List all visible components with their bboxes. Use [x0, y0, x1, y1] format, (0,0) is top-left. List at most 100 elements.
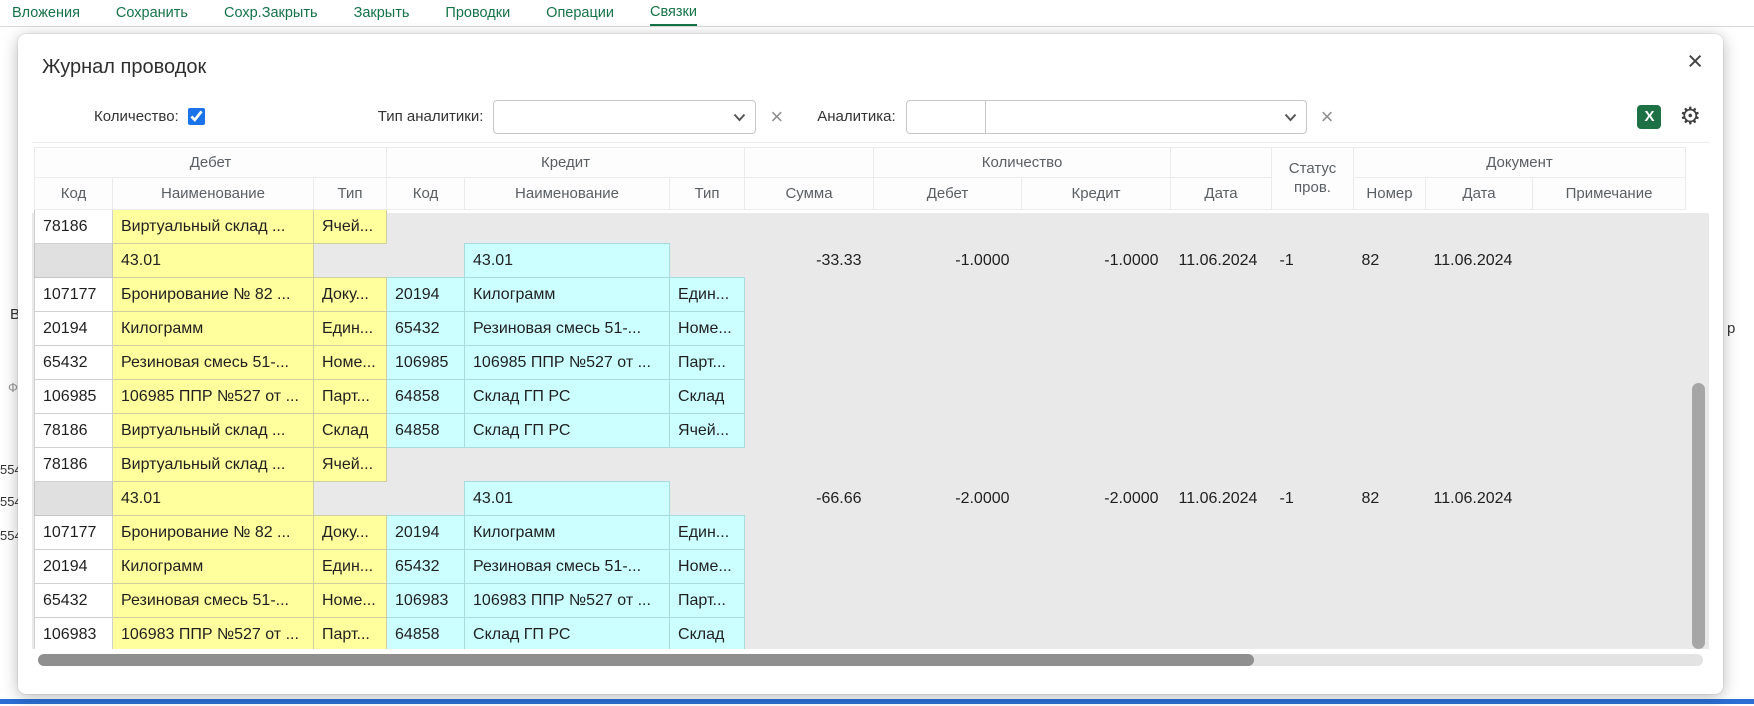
- cell-dc[interactable]: 20194: [35, 550, 113, 584]
- cell-dn[interactable]: 106985 ППР №527 от ...: [113, 380, 314, 414]
- cell-ddate[interactable]: 11.06.2024: [1426, 482, 1533, 516]
- cell-ct[interactable]: Склад: [670, 618, 745, 650]
- cell-sum[interactable]: -33.33: [745, 244, 874, 278]
- vertical-scrollbar-thumb[interactable]: [1692, 383, 1705, 649]
- cell-dc[interactable]: 65432: [35, 346, 113, 380]
- cell-dc[interactable]: 78186: [35, 210, 113, 244]
- table-row[interactable]: 106983106983 ППР №527 от ...Парт...64858…: [35, 618, 1686, 650]
- cell-dn[interactable]: Резиновая смесь 51-...: [113, 346, 314, 380]
- cell-dc[interactable]: 78186: [35, 448, 113, 482]
- horizontal-scrollbar[interactable]: [38, 654, 1703, 666]
- cell-ct[interactable]: Номе...: [670, 550, 745, 584]
- cell-dn[interactable]: Килограмм: [113, 550, 314, 584]
- cell-cn[interactable]: Склад ГП РС: [465, 618, 670, 650]
- cell-cc[interactable]: 64858: [387, 380, 465, 414]
- cell-dc[interactable]: 106983: [35, 618, 113, 650]
- close-icon[interactable]: ×: [1687, 48, 1703, 75]
- cell-cn[interactable]: Склад ГП РС: [465, 380, 670, 414]
- cell-ct[interactable]: Един...: [670, 278, 745, 312]
- table-row[interactable]: 107177Бронирование № 82 ...Доку...20194К…: [35, 516, 1686, 550]
- cell-dt[interactable]: Доку...: [314, 516, 387, 550]
- cell-dn[interactable]: Виртуальный склад ...: [113, 448, 314, 482]
- cell-dn[interactable]: 43.01: [113, 482, 314, 516]
- cell-dn[interactable]: 106983 ППР №527 от ...: [113, 618, 314, 650]
- toolbar-item-save-close[interactable]: Сохр.Закрыть: [224, 0, 318, 26]
- table-row-total[interactable]: 43.0143.01-33.33-1.0000-1.000011.06.2024…: [35, 244, 1686, 278]
- cell-ct[interactable]: Един...: [670, 516, 745, 550]
- table-row[interactable]: 65432Резиновая смесь 51-...Номе...106985…: [35, 346, 1686, 380]
- cell-dt[interactable]: Доку...: [314, 278, 387, 312]
- cell-qc[interactable]: -1.0000: [1022, 244, 1171, 278]
- clear-analytics-type-button[interactable]: ×: [770, 106, 783, 128]
- table-row[interactable]: 106985106985 ППР №527 от ...Парт...64858…: [35, 380, 1686, 414]
- table-row[interactable]: 20194КилограммЕдин...65432Резиновая смес…: [35, 312, 1686, 346]
- cell-dn[interactable]: Бронирование № 82 ...: [113, 278, 314, 312]
- cell-cc[interactable]: 106983: [387, 584, 465, 618]
- analytics-select[interactable]: [985, 100, 1307, 134]
- cell-dc[interactable]: 78186: [35, 414, 113, 448]
- cell-ct[interactable]: Парт...: [670, 346, 745, 380]
- cell-qd[interactable]: -1.0000: [874, 244, 1022, 278]
- table-row[interactable]: 78186Виртуальный склад ...Склад64858Скла…: [35, 414, 1686, 448]
- cell-cc[interactable]: 64858: [387, 414, 465, 448]
- cell-dt[interactable]: Парт...: [314, 380, 387, 414]
- cell-qd[interactable]: -2.0000: [874, 482, 1022, 516]
- cell-dn[interactable]: Килограмм: [113, 312, 314, 346]
- cell-ct[interactable]: Номе...: [670, 312, 745, 346]
- toolbar-item-postings[interactable]: Проводки: [445, 0, 510, 26]
- cell-dn[interactable]: Виртуальный склад ...: [113, 414, 314, 448]
- cell-num[interactable]: 82: [1354, 482, 1426, 516]
- toolbar-item-operations[interactable]: Операции: [546, 0, 614, 26]
- toolbar-item-close[interactable]: Закрыть: [354, 0, 410, 26]
- cell-dc[interactable]: 65432: [35, 584, 113, 618]
- cell-sum[interactable]: -66.66: [745, 482, 874, 516]
- analytics-type-select[interactable]: [493, 100, 756, 134]
- cell-date[interactable]: 11.06.2024: [1171, 482, 1272, 516]
- cell-cn[interactable]: Килограмм: [465, 516, 670, 550]
- settings-button[interactable]: ⚙: [1679, 105, 1701, 129]
- cell-cn[interactable]: Резиновая смесь 51-...: [465, 550, 670, 584]
- table-row[interactable]: 107177Бронирование № 82 ...Доку...20194К…: [35, 278, 1686, 312]
- cell-dt[interactable]: Един...: [314, 550, 387, 584]
- table-row[interactable]: 65432Резиновая смесь 51-...Номе...106983…: [35, 584, 1686, 618]
- cell-cn[interactable]: 106983 ППР №527 от ...: [465, 584, 670, 618]
- cell-ct[interactable]: Склад: [670, 380, 745, 414]
- cell-dt[interactable]: Парт...: [314, 618, 387, 650]
- cell-dn[interactable]: Бронирование № 82 ...: [113, 516, 314, 550]
- cell-date[interactable]: 11.06.2024: [1171, 244, 1272, 278]
- analytics-code-input[interactable]: [906, 100, 986, 134]
- table-row[interactable]: 78186Виртуальный склад ...Ячей...: [35, 448, 1686, 482]
- cell-dt[interactable]: Номе...: [314, 346, 387, 380]
- cell-cn[interactable]: Склад ГП РС: [465, 414, 670, 448]
- cell-dt[interactable]: Ячей...: [314, 210, 387, 244]
- cell-dc[interactable]: 106985: [35, 380, 113, 414]
- cell-cn[interactable]: 106985 ППР №527 от ...: [465, 346, 670, 380]
- quantity-checkbox[interactable]: [188, 108, 205, 125]
- cell-status[interactable]: -1: [1272, 244, 1354, 278]
- excel-export-button[interactable]: X: [1637, 105, 1661, 129]
- cell-dt[interactable]: Склад: [314, 414, 387, 448]
- cell-cn[interactable]: Килограмм: [465, 278, 670, 312]
- toolbar-item-attachments[interactable]: Вложения: [12, 0, 80, 26]
- cell-dc[interactable]: [35, 244, 113, 278]
- cell-cc[interactable]: 20194: [387, 278, 465, 312]
- cell-qc[interactable]: -2.0000: [1022, 482, 1171, 516]
- cell-dc[interactable]: 107177: [35, 516, 113, 550]
- cell-num[interactable]: 82: [1354, 244, 1426, 278]
- cell-cc[interactable]: 65432: [387, 550, 465, 584]
- horizontal-scrollbar-thumb[interactable]: [38, 654, 1254, 666]
- cell-ct[interactable]: Парт...: [670, 584, 745, 618]
- clear-analytics-button[interactable]: ×: [1321, 106, 1334, 128]
- cell-cc[interactable]: 20194: [387, 516, 465, 550]
- cell-ddate[interactable]: 11.06.2024: [1426, 244, 1533, 278]
- cell-cc[interactable]: 106985: [387, 346, 465, 380]
- cell-dc[interactable]: [35, 482, 113, 516]
- cell-dt[interactable]: Ячей...: [314, 448, 387, 482]
- table-row[interactable]: 78186Виртуальный склад ...Ячей...: [35, 210, 1686, 244]
- table-row-total[interactable]: 43.0143.01-66.66-2.0000-2.000011.06.2024…: [35, 482, 1686, 516]
- cell-dc[interactable]: 20194: [35, 312, 113, 346]
- cell-dt[interactable]: Номе...: [314, 584, 387, 618]
- toolbar-item-links[interactable]: Связки: [650, 0, 697, 26]
- cell-ct[interactable]: Ячей...: [670, 414, 745, 448]
- cell-cn[interactable]: Резиновая смесь 51-...: [465, 312, 670, 346]
